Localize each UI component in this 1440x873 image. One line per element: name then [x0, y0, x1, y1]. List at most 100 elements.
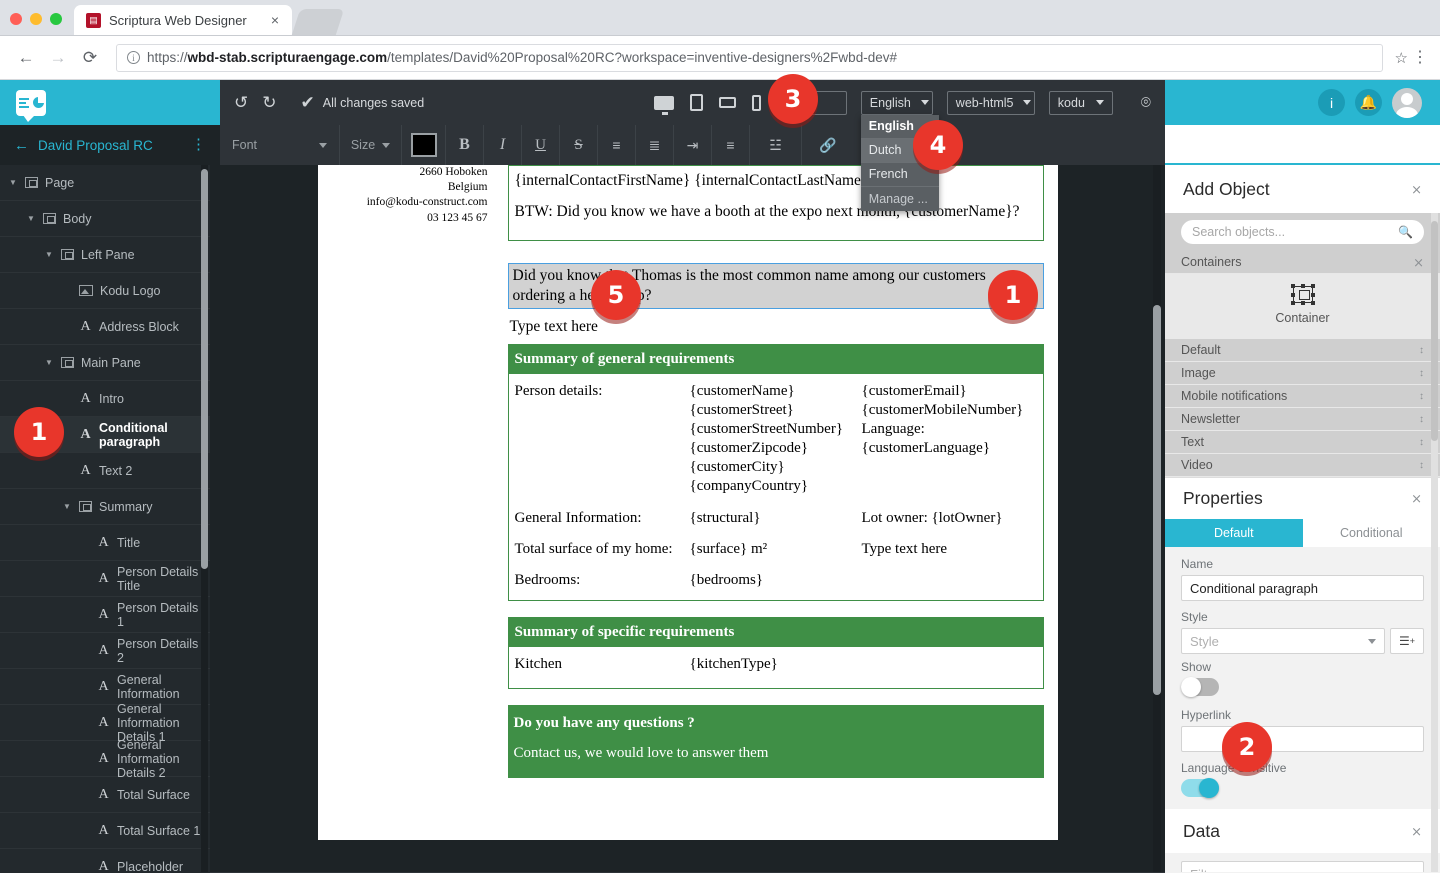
reload-icon[interactable]: ⟳ [76, 44, 104, 72]
hyperlink-button[interactable]: 🔗 [802, 125, 854, 165]
container-item-label[interactable]: Container [1165, 311, 1440, 325]
data-filter-input[interactable]: Filter [1181, 861, 1424, 872]
tree-item-main-pane[interactable]: ▼ Main Pane [0, 345, 210, 381]
chevron-updown-icon[interactable]: ↕ [1419, 437, 1424, 448]
browser-tab[interactable]: ▤ Scriptura Web Designer × [74, 5, 292, 35]
tree-item-page[interactable]: ▼ Page [0, 165, 210, 201]
tree-item-general-information-details-2[interactable]: A General Information Details 2 [0, 738, 210, 780]
right-panel-scrollbar-thumb[interactable] [1431, 221, 1438, 441]
minimize-window-button[interactable] [30, 13, 42, 25]
bookmark-star-icon[interactable]: ☆ [1395, 49, 1408, 67]
chevron-updown-icon[interactable]: ↕ [1419, 414, 1424, 425]
section-text[interactable]: Text ↕ [1165, 431, 1440, 454]
text-color-picker[interactable] [402, 125, 446, 165]
site-info-icon[interactable]: i [127, 51, 140, 64]
twisty-open-icon[interactable]: ▼ [44, 250, 54, 259]
bullet-list-button[interactable]: ≡ [598, 125, 636, 165]
maximize-window-button[interactable] [50, 13, 62, 25]
tree-item-general-information[interactable]: A General Information [0, 669, 210, 705]
tablet-landscape-preview-icon[interactable] [718, 97, 736, 108]
chevron-updown-icon[interactable]: ↕ [1419, 345, 1424, 356]
tree-item-person-details-1[interactable]: A Person Details 1 [0, 597, 210, 633]
tree-item-text-2[interactable]: A Text 2 [0, 453, 210, 489]
italic-button[interactable]: I [484, 125, 522, 165]
intro-paragraph[interactable]: {internalContactFirstName} {internalCont… [507, 165, 1044, 241]
conditional-paragraph[interactable]: Did you know that Thomas is the most com… [507, 262, 1044, 310]
align-button[interactable]: ≡ [712, 125, 750, 165]
bold-button[interactable]: B [446, 125, 484, 165]
canvas-scrollbar-thumb[interactable] [1153, 305, 1161, 695]
document-page[interactable]: 2660 Hoboken Belgium info@kodu-construct… [317, 165, 1058, 840]
language-option-manage[interactable]: Manage ... [861, 187, 939, 211]
show-toggle[interactable] [1181, 677, 1219, 697]
section-video[interactable]: Video ↕ [1165, 454, 1440, 477]
chevron-updown-icon[interactable]: ↕ [1419, 460, 1424, 471]
twisty-open-icon[interactable]: ▼ [26, 214, 36, 223]
forward-icon[interactable]: → [44, 44, 72, 72]
tablet-preview-icon[interactable] [689, 94, 703, 111]
section-newsletter[interactable]: Newsletter ↕ [1165, 408, 1440, 431]
tree-item-kodu-logo[interactable]: Kodu Logo [0, 273, 210, 309]
add-style-button[interactable]: ☰ + [1390, 628, 1424, 654]
section-image[interactable]: Image ↕ [1165, 362, 1440, 385]
new-tab-area[interactable] [291, 9, 348, 35]
format-select[interactable]: web-html5 [946, 90, 1035, 115]
numbered-list-button[interactable]: ≣ [636, 125, 674, 165]
close-window-button[interactable] [10, 13, 22, 25]
document-menu-icon[interactable]: ⋮ [191, 137, 206, 152]
twisty-open-icon[interactable]: ▼ [44, 358, 54, 367]
close-tab-icon[interactable]: × [268, 12, 282, 28]
twisty-open-icon[interactable]: ▼ [62, 502, 72, 511]
tree-item-general-information-details-1[interactable]: A General Information Details 1 [0, 702, 210, 744]
language-select[interactable]: English [860, 90, 933, 115]
tab-conditional[interactable]: Conditional [1302, 519, 1440, 547]
tree-item-title[interactable]: A Title [0, 525, 210, 561]
tab-default[interactable]: Default [1165, 519, 1303, 547]
avatar[interactable] [1392, 87, 1422, 118]
size-select[interactable]: Size [340, 125, 402, 165]
language-sensitive-toggle[interactable] [1181, 778, 1219, 798]
collapse-icon[interactable]: ⨯ [1413, 256, 1424, 269]
app-logo[interactable] [0, 80, 220, 125]
font-select[interactable]: Font [220, 125, 340, 165]
section-default[interactable]: Default ↕ [1165, 339, 1440, 362]
collapse-icon[interactable]: ⨯ [1411, 825, 1422, 838]
phone-preview-icon[interactable] [751, 94, 761, 111]
strikethrough-button[interactable]: S [560, 125, 598, 165]
chevron-updown-icon[interactable]: ↕ [1419, 391, 1424, 402]
tree-item-total-surface-1[interactable]: A Total Surface 1 [0, 813, 210, 849]
indent-button[interactable]: ⇥ [674, 125, 712, 165]
summary-general-table[interactable]: Summary of general requirements Person d… [507, 344, 1044, 601]
tree-item-placeholder[interactable]: A Placeholder [0, 849, 210, 873]
tree-item-body[interactable]: ▼ Body [0, 201, 210, 237]
text-2-placeholder[interactable]: Type text here [510, 318, 1058, 336]
tree-item-person-details-title[interactable]: A Person Details Title [0, 561, 210, 597]
collapse-icon[interactable]: ⨯ [1411, 183, 1422, 196]
summary-specific-table[interactable]: Summary of specific requirements Kitchen… [507, 616, 1044, 689]
tree-scrollbar-thumb[interactable] [201, 169, 208, 569]
section-containers[interactable]: Containers ⨯ [1165, 251, 1440, 274]
section-mobile-notifications[interactable]: Mobile notifications ↕ [1165, 385, 1440, 408]
document-title[interactable]: ← David Proposal RC [14, 137, 153, 154]
chevron-updown-icon[interactable]: ↕ [1419, 368, 1424, 379]
undo-icon[interactable]: ↺ [234, 93, 248, 113]
back-arrow-icon[interactable]: ← [14, 137, 29, 154]
redo-icon[interactable]: ↻ [262, 93, 276, 113]
name-field[interactable]: Conditional paragraph [1181, 575, 1424, 601]
tree-item-address-block[interactable]: A Address Block [0, 309, 210, 345]
questions-block[interactable]: Do you have any questions ? Contact us, … [507, 704, 1044, 778]
bell-icon[interactable]: 🔔 [1355, 89, 1382, 116]
style-select[interactable]: Style [1181, 628, 1385, 654]
tree-item-summary[interactable]: ▼ Summary [0, 489, 210, 525]
info-icon[interactable]: i [1318, 89, 1345, 116]
tree-item-left-pane[interactable]: ▼ Left Pane [0, 237, 210, 273]
search-input[interactable]: Search objects... 🔍 [1181, 220, 1424, 244]
browser-menu-icon[interactable]: ⋮ [1412, 49, 1428, 65]
address-block[interactable]: 2660 Hoboken Belgium info@kodu-construct… [318, 165, 496, 778]
tree-item-total-surface[interactable]: A Total Surface [0, 777, 210, 813]
preview-eye-icon[interactable]: ⌾ [1141, 93, 1151, 113]
twisty-open-icon[interactable]: ▼ [8, 178, 18, 187]
underline-button[interactable]: U [522, 125, 560, 165]
collapse-icon[interactable]: ⨯ [1411, 492, 1422, 505]
desktop-preview-icon[interactable] [653, 95, 674, 115]
